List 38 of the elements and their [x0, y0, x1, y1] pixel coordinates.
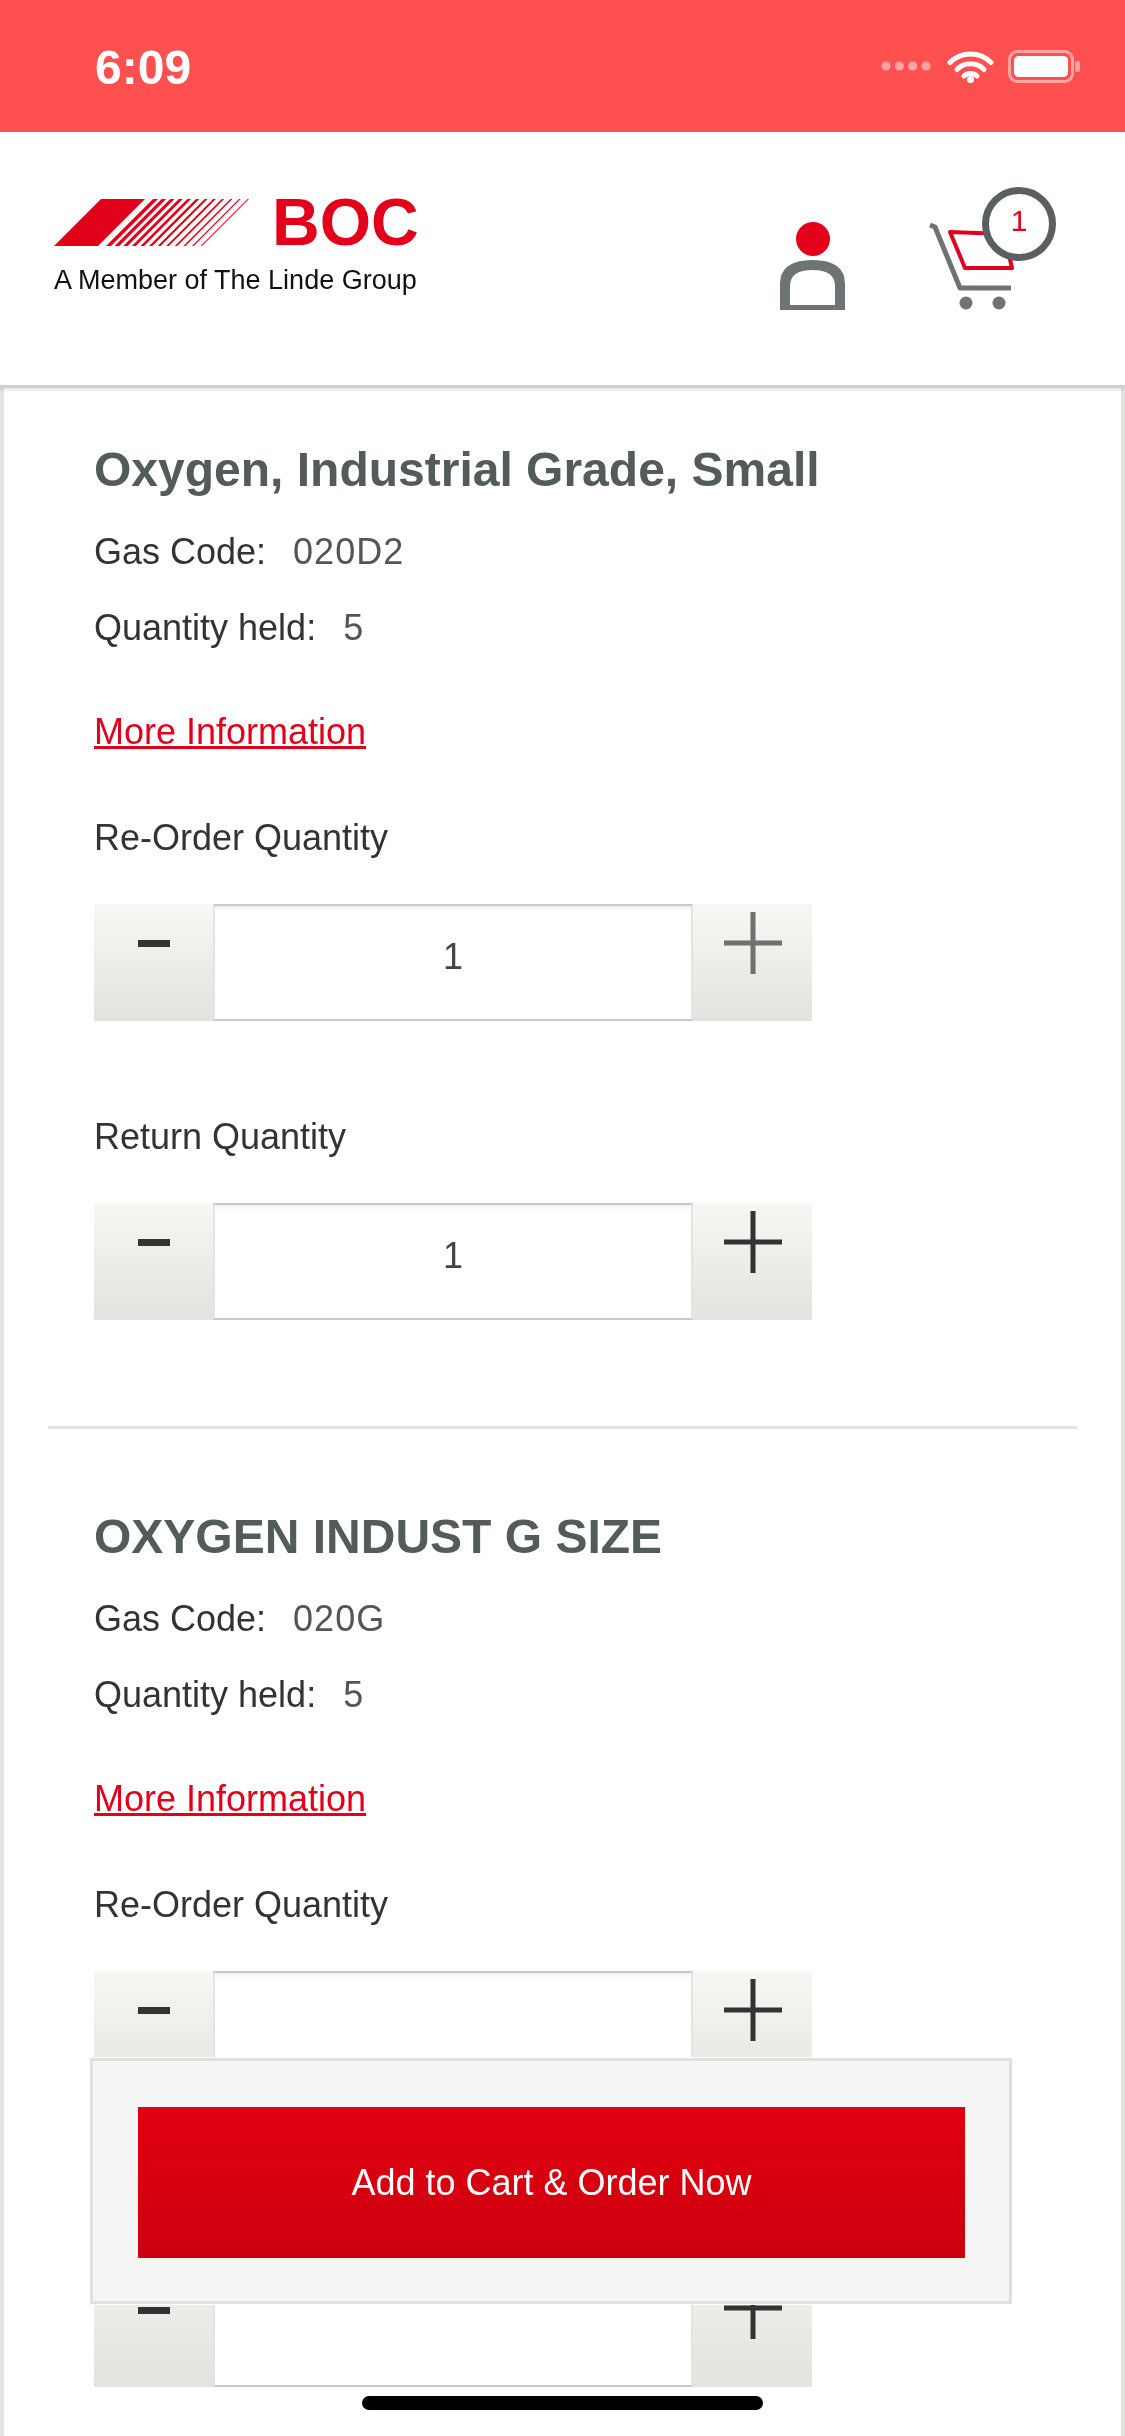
quantity-label: Re-Order Quantity — [94, 816, 389, 860]
increase-button[interactable] — [693, 2305, 812, 2387]
quantity-field[interactable]: 1 — [213, 1203, 693, 1320]
quantity-field[interactable] — [213, 2305, 693, 2387]
increase-button[interactable] — [693, 1203, 812, 1320]
wifi-icon — [947, 49, 994, 83]
signal-dots-icon — [881, 61, 931, 71]
decrease-button[interactable] — [94, 1971, 213, 2057]
detail-label: Quantity held: — [94, 1673, 317, 1717]
detail-value: 5 — [343, 1673, 365, 1717]
product-title: OXYGEN INDUST G SIZE — [94, 1509, 663, 1565]
logo-tagline: A Member of The Linde Group — [54, 265, 417, 295]
decrease-button[interactable] — [94, 2305, 213, 2387]
more-information-link[interactable]: More Information — [94, 710, 367, 754]
detail-label: Gas Code: — [94, 530, 267, 574]
quantity-field[interactable] — [213, 1971, 693, 2057]
minus-icon — [137, 940, 170, 947]
person-icon[interactable] — [780, 222, 845, 310]
detail-value: 020G — [293, 1597, 386, 1641]
product-title: Oxygen, Industrial Grade, Small — [94, 442, 820, 498]
increase-button[interactable] — [693, 1971, 812, 2057]
quantity-label: Return Quantity — [94, 1115, 347, 1159]
minus-icon — [137, 2007, 170, 2014]
cart-icon[interactable] — [929, 222, 1015, 310]
detail-label: Gas Code: — [94, 1597, 267, 1641]
quantity-field[interactable]: 1 — [213, 904, 693, 1021]
cart-count-badge: 1 — [982, 187, 1056, 261]
quantity-label: Re-Order Quantity — [94, 1883, 389, 1927]
more-information-link[interactable]: More Information — [94, 1777, 367, 1821]
minus-icon — [137, 1239, 170, 1246]
logo-wordmark: BOC — [272, 199, 419, 246]
detail-value: 020D2 — [293, 530, 405, 574]
battery-icon — [1008, 49, 1080, 83]
add-to-cart-button[interactable]: Add to Cart & Order Now — [138, 2107, 965, 2258]
detail-label: Quantity held: — [94, 606, 317, 650]
status-time: 6:09 — [95, 40, 192, 96]
minus-icon — [137, 2307, 170, 2314]
detail-value: 5 — [343, 606, 365, 650]
